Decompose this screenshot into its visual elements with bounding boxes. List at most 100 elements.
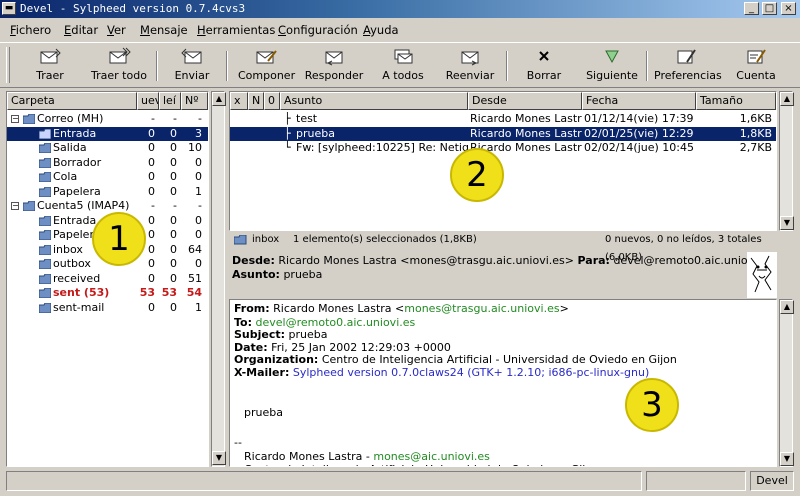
attachment-column-header[interactable]: 0 [264, 92, 280, 110]
folder-name: outbox [53, 257, 91, 270]
body-org-line: Organization: Centro de Inteligencia Art… [234, 353, 677, 366]
status-progress [646, 471, 746, 491]
folder-item[interactable]: received 0 0 51 [7, 272, 208, 286]
subject-column-header[interactable]: Asunto [280, 92, 468, 110]
folder-count-new: 0 [148, 184, 155, 198]
next-button[interactable]: Siguiente [586, 47, 638, 87]
new-flag-column-header[interactable]: N [248, 92, 264, 110]
get-button[interactable]: Traer [30, 47, 70, 87]
folder-scrollbar[interactable]: ▲ ▼ [211, 91, 226, 467]
message-list[interactable]: x N 0 Asunto Desde Fecha Tamaño ├ test Ric… [229, 91, 777, 231]
scroll-down-icon[interactable]: ▼ [780, 452, 794, 466]
menu-fichero[interactable]: Fichero [10, 23, 51, 37]
folder-name: Papelera [53, 184, 101, 198]
message-row[interactable]: ├ test Ricardo Mones Lastra 01/12/14(vie) 1… [230, 112, 776, 126]
account-button[interactable]: Cuenta [734, 47, 778, 87]
compose-icon [256, 50, 277, 64]
title-bar[interactable]: ▬ Devel - Sylpheed version 0.7.4cvs3 _ □… [0, 0, 800, 18]
menu-ayuda[interactable]: Ayuda [363, 23, 399, 37]
message-date: 02/02/14(jue) 10:45 [584, 141, 694, 154]
folder-item[interactable]: Salida 0 0 10 [7, 141, 208, 155]
signature-cut-line: Centro de Inteligencia Artificial - Univ… [244, 463, 599, 466]
mailbox-icon [23, 201, 35, 211]
message-subject: test [296, 112, 318, 125]
get-all-button[interactable]: Traer todo [90, 47, 148, 87]
folder-count-unread: 0 [170, 126, 177, 140]
message-row[interactable]: ├ prueba Ricardo Mones Lastra 02/01/25(vie)… [230, 126, 776, 141]
scroll-up-icon[interactable]: ▲ [780, 300, 794, 314]
delete-button[interactable]: Borrar [522, 47, 566, 87]
folder-item[interactable]: Papelera 0 0 1 [7, 185, 208, 199]
menu-configuracion[interactable]: Configuración [278, 23, 358, 37]
folder-count-total: 51 [188, 271, 202, 285]
menu-editar[interactable]: Editar [64, 23, 98, 37]
message-body-scrollbar[interactable]: ▲ ▼ [779, 299, 794, 467]
reply-button[interactable]: Responder [304, 47, 364, 87]
folder-item[interactable]: Entrada 0 0 3 [7, 126, 208, 141]
toolbar-separator [506, 51, 508, 81]
menu-ver[interactable]: Ver [107, 23, 126, 37]
toolbar-separator [156, 51, 158, 81]
folder-count-total: 10 [188, 141, 202, 154]
scroll-down-icon[interactable]: ▼ [780, 216, 794, 230]
folder-column-header[interactable]: Carpeta [7, 92, 137, 110]
toolbar-handle[interactable] [6, 47, 10, 83]
signature-separator: -- [234, 436, 242, 449]
folder-tree[interactable]: Carpeta uev leí Nº −Correo (MH)---Entrad… [6, 91, 209, 467]
message-date: 02/01/25(vie) 12:29 [584, 126, 694, 140]
message-row[interactable]: └ Fw: [sylpheed:10225] Re: Netique Ricardo… [230, 141, 776, 155]
scroll-up-icon[interactable]: ▲ [212, 92, 226, 106]
menu-bar: Fichero Editar Ver Mensaje Herramientas … [0, 20, 800, 40]
folder-item[interactable]: − Cuenta5 (IMAP4) - - - [7, 199, 208, 213]
account-selector[interactable]: Devel [750, 471, 794, 491]
menu-mensaje[interactable]: Mensaje [140, 23, 188, 37]
folder-item[interactable]: Cola 0 0 0 [7, 170, 208, 184]
thread-line: ├ [284, 126, 291, 140]
maximize-button[interactable]: □ [762, 2, 777, 15]
folder-count-total: 64 [188, 242, 202, 256]
menu-herramientas[interactable]: Herramientas [197, 23, 275, 37]
status-folder-name: inbox [252, 234, 280, 245]
message-body[interactable]: From: Ricardo Mones Lastra <mones@trasgu… [229, 299, 777, 467]
status-bar: Devel [0, 469, 800, 496]
window-menu-button[interactable]: ▬ [2, 2, 16, 15]
unread-column-header[interactable]: leí [159, 92, 181, 110]
preferences-button[interactable]: Preferencias [654, 47, 722, 87]
toolbar-separator [226, 51, 228, 81]
folder-name: Entrada [53, 213, 97, 227]
folder-count-total: 1 [195, 184, 202, 198]
forward-button[interactable]: Reenviar [444, 47, 496, 87]
folder-count-new: 0 [148, 257, 155, 270]
total-column-header[interactable]: Nº [181, 92, 208, 110]
email-link[interactable]: mones@trasgu.aic.uniovi.es [404, 302, 559, 315]
folder-item[interactable]: sent-mail 0 0 1 [7, 301, 208, 315]
send-button[interactable]: Enviar [170, 47, 214, 87]
email-link[interactable]: mones@aic.uniovi.es [373, 450, 490, 463]
close-button[interactable]: × [781, 2, 796, 15]
minimize-button[interactable]: _ [744, 2, 759, 15]
annotation-badge-3: 3 [625, 378, 679, 432]
size-column-header[interactable]: Tamaño [696, 92, 776, 110]
date-column-header[interactable]: Fecha [582, 92, 696, 110]
scroll-up-icon[interactable]: ▲ [780, 92, 794, 106]
from-column-header[interactable]: Desde [468, 92, 582, 110]
folder-count-total: 1 [195, 300, 202, 314]
window-title: Devel - Sylpheed version 0.7.4cvs3 [20, 2, 246, 15]
message-subject: prueba [296, 126, 335, 140]
new-column-header[interactable]: uev [137, 92, 159, 110]
folder-item[interactable]: Borrador 0 0 0 [7, 156, 208, 170]
account-icon [747, 49, 766, 64]
folder-item[interactable]: − Correo (MH) - - - [7, 112, 208, 126]
folder-count-unread: - [173, 199, 177, 212]
scroll-down-icon[interactable]: ▼ [212, 451, 226, 465]
reply-all-button[interactable]: A todos [380, 47, 426, 87]
collapse-icon[interactable]: − [11, 202, 19, 210]
folder-item[interactable]: sent (53) 53 53 54 [7, 286, 208, 300]
folder-name: sent (53) [53, 286, 110, 299]
collapse-icon[interactable]: − [11, 115, 19, 123]
folder-icon [39, 157, 51, 168]
folder-count-unread: - [173, 112, 177, 125]
compose-button[interactable]: Componer [238, 47, 295, 87]
message-list-scrollbar[interactable]: ▲ ▼ [779, 91, 794, 231]
mark-column-header[interactable]: x [230, 92, 248, 110]
